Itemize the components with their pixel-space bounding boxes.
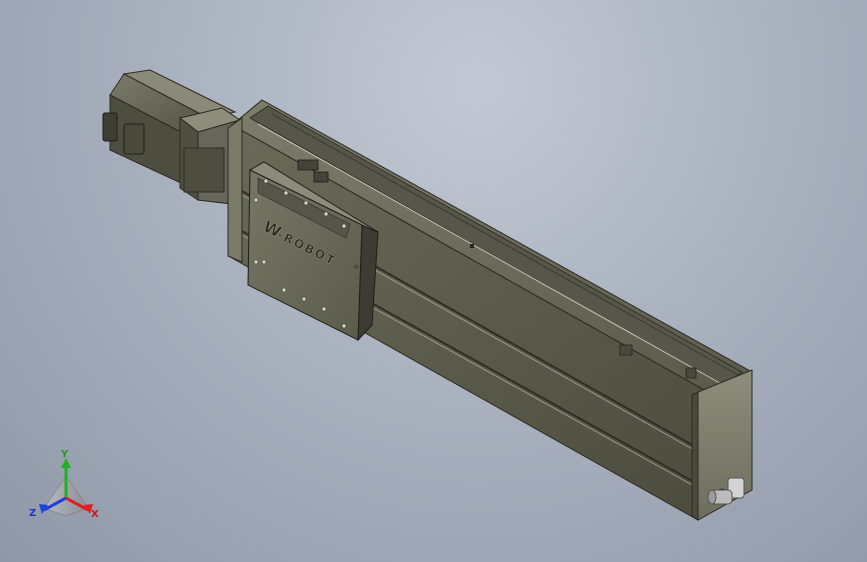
y-axis-label: Y bbox=[60, 449, 69, 460]
z-axis-label: Z bbox=[29, 508, 36, 519]
limit-sensor bbox=[619, 344, 633, 356]
cad-viewport[interactable]: W -ROBOT ® Y X Z bbox=[0, 0, 867, 562]
coordinate-triad: Y X Z bbox=[29, 449, 99, 520]
coupling-cover bbox=[183, 147, 225, 193]
connector-box-small bbox=[102, 112, 118, 142]
motor-assembly[interactable] bbox=[102, 69, 242, 206]
x-axis-label: X bbox=[91, 509, 99, 520]
connector-box bbox=[123, 123, 145, 155]
front-end-cap[interactable] bbox=[691, 369, 753, 521]
limit-sensor-2 bbox=[685, 367, 697, 379]
back-end-plate bbox=[227, 117, 243, 263]
model-canvas[interactable]: W -ROBOT ® Y X Z bbox=[0, 0, 867, 562]
